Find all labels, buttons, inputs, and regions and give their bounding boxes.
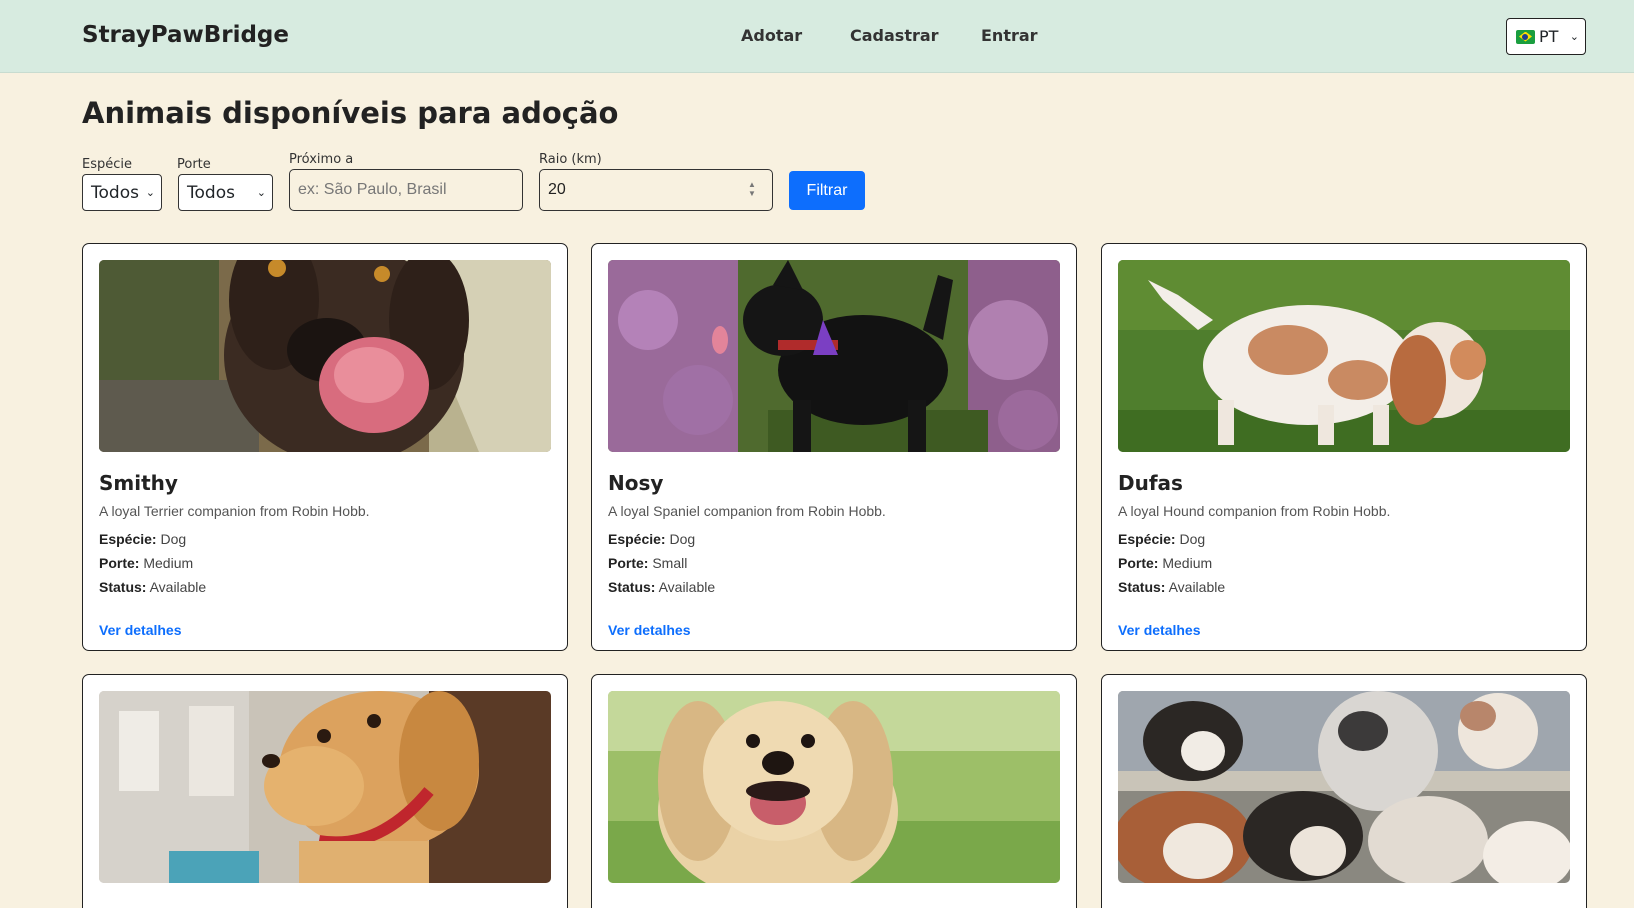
animal-description: A loyal Terrier companion from Robin Hob…: [99, 503, 370, 519]
species-select[interactable]: Todos ⌄: [82, 174, 162, 211]
animal-card: Smithy A loyal Terrier companion from Ro…: [82, 243, 568, 651]
radius-label: Raio (km): [539, 152, 602, 167]
animal-card: Dufas A loyal Hound companion from Robin…: [1101, 243, 1587, 651]
near-input[interactable]: [289, 169, 523, 211]
animal-card: [82, 674, 568, 908]
nav-cadastrar[interactable]: Cadastrar: [850, 26, 939, 45]
animal-size: Porte: Medium: [1118, 555, 1212, 571]
animal-card: Nosy A loyal Spaniel companion from Robi…: [591, 243, 1077, 651]
size-value: Medium: [1162, 555, 1213, 571]
size-key: Porte:: [608, 555, 649, 571]
species-select-value: Todos: [91, 182, 139, 203]
status-value: Available: [658, 579, 716, 595]
nav-adotar[interactable]: Adotar: [741, 26, 802, 45]
animal-name: Dufas: [1118, 471, 1183, 495]
radius-input[interactable]: [539, 169, 773, 211]
animal-card: [591, 674, 1077, 908]
filter-button[interactable]: Filtrar: [789, 171, 865, 210]
animal-status: Status: Available: [608, 579, 715, 595]
size-select[interactable]: Todos ⌄: [178, 174, 273, 211]
details-link[interactable]: Ver detalhes: [1118, 622, 1201, 638]
chevron-down-icon: ⌄: [145, 186, 155, 199]
size-value: Small: [652, 555, 688, 571]
species-value: Dog: [669, 531, 696, 547]
animal-status: Status: Available: [99, 579, 206, 595]
stepper-arrows-icon[interactable]: ▲ ▼: [746, 180, 758, 200]
animal-size: Porte: Small: [608, 555, 687, 571]
animal-species: Espécie: Dog: [608, 531, 695, 547]
size-select-value: Todos: [187, 182, 235, 203]
animal-photo: [99, 691, 551, 883]
size-key: Porte:: [1118, 555, 1159, 571]
status-value: Available: [149, 579, 207, 595]
navbar: StrayPawBridge Adotar Cadastrar Entrar P…: [0, 0, 1634, 73]
animal-photo: [1118, 691, 1570, 883]
animal-photo: [608, 691, 1060, 883]
animal-size: Porte: Medium: [99, 555, 193, 571]
species-key: Espécie:: [1118, 531, 1176, 547]
page-title: Animais disponíveis para adoção: [82, 96, 619, 130]
details-link[interactable]: Ver detalhes: [608, 622, 691, 638]
animal-photo: [608, 260, 1060, 452]
brazil-flag-icon: [1516, 29, 1535, 44]
size-key: Porte:: [99, 555, 140, 571]
status-value: Available: [1168, 579, 1226, 595]
animal-photo: [1118, 260, 1570, 452]
animal-species: Espécie: Dog: [1118, 531, 1205, 547]
details-link[interactable]: Ver detalhes: [99, 622, 182, 638]
species-value: Dog: [1179, 531, 1206, 547]
near-label: Próximo a: [289, 152, 354, 167]
species-label: Espécie: [82, 157, 132, 172]
species-key: Espécie:: [608, 531, 666, 547]
status-key: Status:: [1118, 579, 1166, 595]
status-key: Status:: [99, 579, 147, 595]
species-key: Espécie:: [99, 531, 157, 547]
chevron-down-icon: ⌄: [256, 186, 266, 199]
species-value: Dog: [160, 531, 187, 547]
language-value: PT: [1539, 27, 1559, 46]
brand-logo[interactable]: StrayPawBridge: [82, 22, 289, 48]
chevron-down-icon: ⌄: [1569, 30, 1579, 43]
animal-photo: [99, 260, 551, 452]
animal-description: A loyal Hound companion from Robin Hobb.: [1118, 503, 1391, 519]
animal-card: [1101, 674, 1587, 908]
language-select[interactable]: PT ⌄: [1506, 18, 1586, 55]
animal-description: A loyal Spaniel companion from Robin Hob…: [608, 503, 886, 519]
size-label: Porte: [177, 157, 211, 172]
animal-species: Espécie: Dog: [99, 531, 186, 547]
animal-name: Smithy: [99, 471, 178, 495]
nav-entrar[interactable]: Entrar: [981, 26, 1038, 45]
animal-status: Status: Available: [1118, 579, 1225, 595]
size-value: Medium: [143, 555, 194, 571]
animal-name: Nosy: [608, 471, 664, 495]
status-key: Status:: [608, 579, 656, 595]
